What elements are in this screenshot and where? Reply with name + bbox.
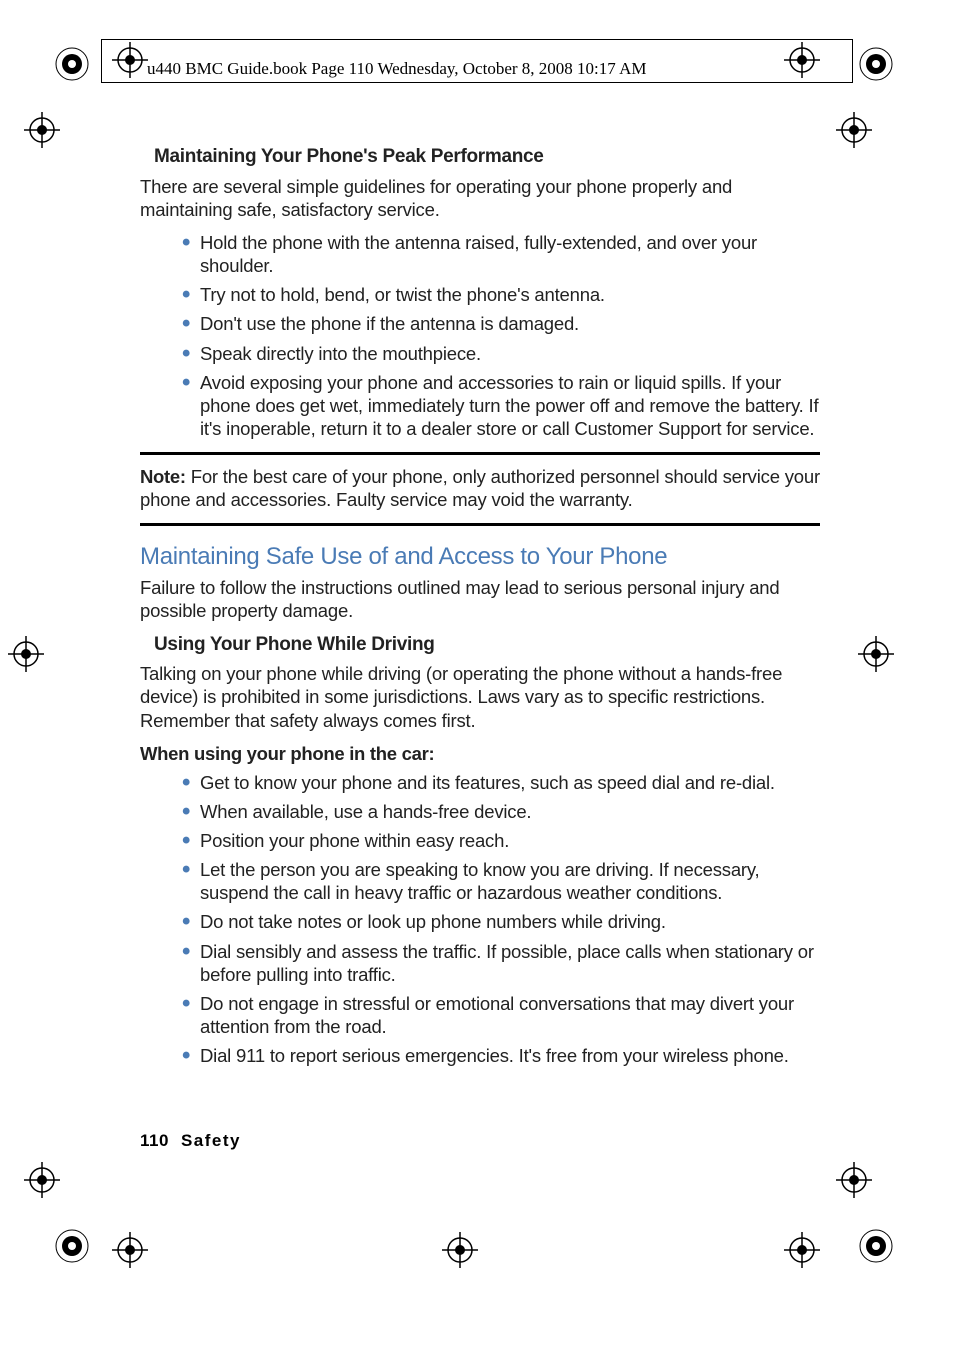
list-item: Do not engage in stressful or emotional … — [182, 992, 820, 1038]
bullet-list: Hold the phone with the antenna raised, … — [182, 231, 820, 440]
crosshair-icon — [24, 1162, 60, 1198]
note-label: Note: — [140, 466, 186, 487]
list-item: Position your phone within easy reach. — [182, 829, 820, 852]
note-box: Note: For the best care of your phone, o… — [140, 452, 820, 526]
print-header: u440 BMC Guide.book Page 110 Wednesday, … — [147, 59, 646, 79]
list-item: Dial sensibly and assess the traffic. If… — [182, 940, 820, 986]
crosshair-icon — [8, 636, 44, 672]
crosshair-icon — [112, 42, 148, 78]
section-name: Safety — [181, 1131, 241, 1150]
list-item: Try not to hold, bend, or twist the phon… — [182, 283, 820, 306]
bullet-list: Get to know your phone and its features,… — [182, 771, 820, 1067]
list-item: Don't use the phone if the antenna is da… — [182, 312, 820, 335]
list-item: Avoid exposing your phone and accessorie… — [182, 371, 820, 440]
crosshair-icon — [112, 1232, 148, 1268]
frame-left-stub — [101, 39, 102, 83]
crosshair-icon — [858, 636, 894, 672]
list-item: Do not take notes or look up phone numbe… — [182, 910, 820, 933]
crosshair-icon — [784, 1232, 820, 1268]
list-item: Hold the phone with the antenna raised, … — [182, 231, 820, 277]
page-body: Maintaining Your Phone's Peak Performanc… — [140, 145, 820, 1077]
bold-intro: When using your phone in the car: — [140, 742, 820, 765]
frame-header-line — [101, 82, 853, 83]
list-item: Dial 911 to report serious emergencies. … — [182, 1044, 820, 1067]
page-number: 110 — [140, 1131, 169, 1150]
list-item: Speak directly into the mouthpiece. — [182, 342, 820, 365]
reg-mark-icon — [54, 46, 90, 82]
list-item: Let the person you are speaking to know … — [182, 858, 820, 904]
paragraph: Talking on your phone while driving (or … — [140, 662, 820, 731]
frame-right-stub — [852, 39, 853, 83]
list-item: Get to know your phone and its features,… — [182, 771, 820, 794]
reg-mark-icon — [858, 46, 894, 82]
section-title-safe-use: Maintaining Safe Use of and Access to Yo… — [140, 542, 820, 572]
paragraph: There are several simple guidelines for … — [140, 175, 820, 221]
page-footer: 110 Safety — [140, 1131, 241, 1151]
crosshair-icon — [836, 1162, 872, 1198]
subheading-driving: Using Your Phone While Driving — [154, 633, 820, 657]
reg-mark-icon — [54, 1228, 90, 1264]
crosshair-icon — [784, 42, 820, 78]
subheading-peak-performance: Maintaining Your Phone's Peak Performanc… — [154, 145, 820, 169]
crosshair-icon — [442, 1232, 478, 1268]
note-text: For the best care of your phone, only au… — [140, 466, 820, 510]
crosshair-icon — [24, 112, 60, 148]
list-item: When available, use a hands-free device. — [182, 800, 820, 823]
reg-mark-icon — [858, 1228, 894, 1264]
paragraph: Failure to follow the instructions outli… — [140, 576, 820, 622]
frame-top-line — [101, 39, 853, 40]
crosshair-icon — [836, 112, 872, 148]
